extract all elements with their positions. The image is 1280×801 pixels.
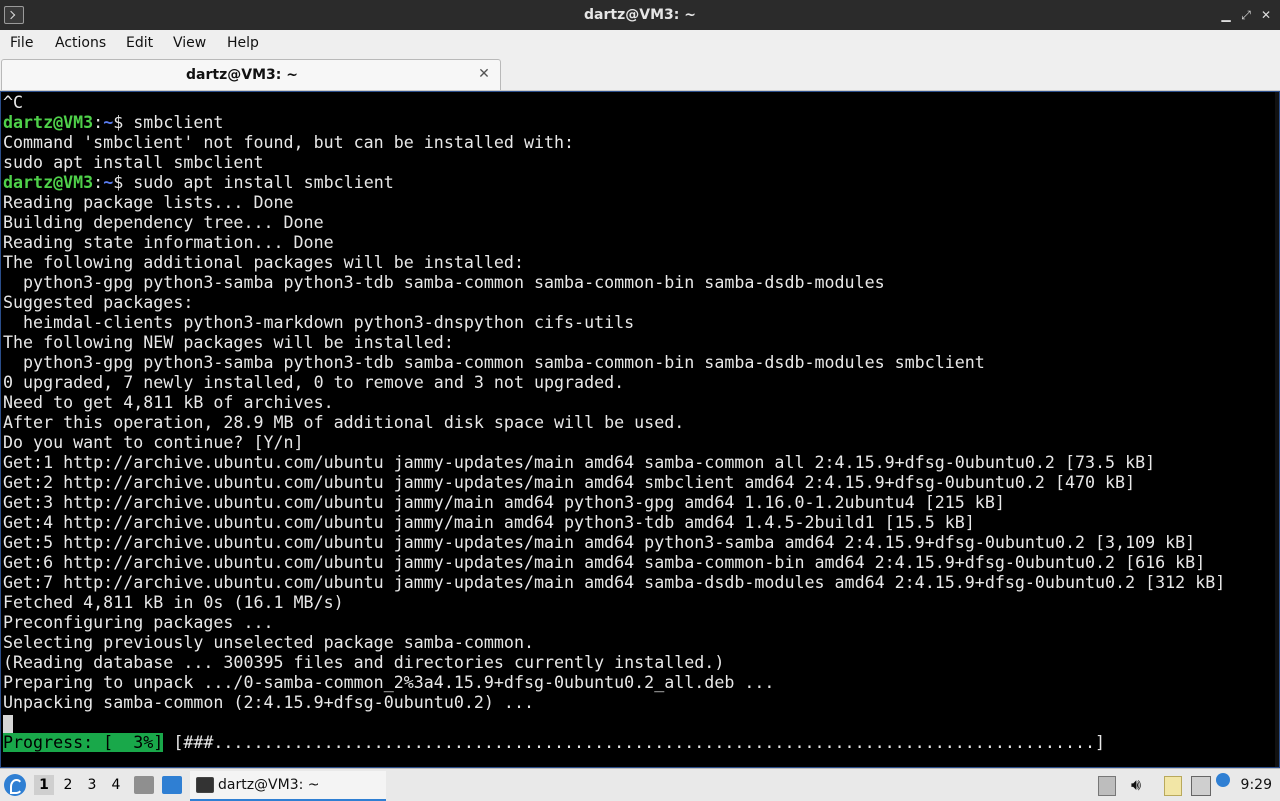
terminal-line: Get:3 http://archive.ubuntu.com/ubuntu j…	[3, 493, 1005, 512]
terminal-line: Reading state information... Done	[3, 233, 334, 252]
progress-bar: [###....................................…	[163, 733, 1106, 752]
close-window-icon[interactable]: ✕	[1257, 6, 1275, 24]
terminal-line: Suggested packages:	[3, 293, 194, 312]
terminal-line: 0 upgraded, 7 newly installed, 0 to remo…	[3, 373, 625, 392]
terminal-line: Preconfiguring packages ...	[3, 613, 274, 632]
minimize-icon[interactable]: ▁	[1217, 6, 1235, 24]
terminal-line: Get:7 http://archive.ubuntu.com/ubuntu j…	[3, 573, 1226, 592]
taskbar-window-label: dartz@VM3: ~	[218, 777, 320, 793]
menu-file[interactable]: File	[10, 30, 33, 56]
terminal-window-icon	[196, 777, 214, 793]
terminal-line: heimdal-clients python3-markdown python3…	[3, 313, 635, 332]
terminal-line: Building dependency tree... Done	[3, 213, 324, 232]
terminal-line: Fetched 4,811 kB in 0s (16.1 MB/s)	[3, 593, 344, 612]
terminal-line: Preparing to unpack .../0-samba-common_2…	[3, 673, 775, 692]
menu-help[interactable]: Help	[227, 30, 259, 56]
terminal-line: The following additional packages will b…	[3, 253, 524, 272]
terminal-line: Get:5 http://archive.ubuntu.com/ubuntu j…	[3, 533, 1196, 552]
prompt-path: ~	[103, 173, 114, 192]
prompt-separator: :	[93, 113, 104, 132]
maximize-icon[interactable]: ⤢	[1237, 6, 1255, 24]
terminal-line: Get:6 http://archive.ubuntu.com/ubuntu j…	[3, 553, 1206, 572]
prompt-separator: :	[93, 173, 104, 192]
terminal-line: ^C	[3, 93, 24, 112]
prompt-path: ~	[103, 113, 114, 132]
terminal-line: Get:2 http://archive.ubuntu.com/ubuntu j…	[3, 473, 1136, 492]
terminal-line: Get:1 http://archive.ubuntu.com/ubuntu j…	[3, 453, 1156, 472]
workspace-3[interactable]: 3	[82, 775, 102, 795]
workspace-2[interactable]: 2	[58, 775, 78, 795]
terminal-cursor	[3, 714, 13, 733]
terminal-lines: ^C dartz@VM3:~$ smbclient Command 'smbclie…	[3, 93, 1279, 753]
terminal-output[interactable]: ^C dartz@VM3:~$ smbclient Command 'smbclie…	[0, 91, 1280, 768]
window-titlebar[interactable]: dartz@VM3: ~ ▁ ⤢ ✕	[0, 0, 1280, 31]
tab-bar: dartz@VM3: ~ ✕	[0, 56, 1280, 91]
menu-edit[interactable]: Edit	[126, 30, 153, 56]
network-icon[interactable]	[1191, 776, 1211, 796]
workspace-4[interactable]: 4	[106, 775, 126, 795]
terminal-line: Do you want to continue? [Y/n]	[3, 433, 304, 452]
terminal-line: Unpacking samba-common (2:4.15.9+dfsg-0u…	[3, 693, 534, 712]
tab-label: dartz@VM3: ~	[186, 67, 298, 83]
progress-label: Progress: [ 3%]	[3, 733, 164, 752]
desktop-icon[interactable]	[162, 776, 182, 794]
taskbar-window-button[interactable]: dartz@VM3: ~	[190, 771, 386, 801]
notes-icon[interactable]	[1164, 776, 1182, 796]
menu-bar: File Actions Edit View Help	[0, 30, 1280, 56]
terminal-line: Command 'smbclient' not found, but can b…	[3, 133, 575, 152]
close-tab-icon[interactable]: ✕	[476, 66, 492, 82]
terminal-line: (Reading database ... 300395 files and d…	[3, 653, 725, 672]
prompt-symbol: $	[113, 173, 124, 192]
terminal-line: Get:4 http://archive.ubuntu.com/ubuntu j…	[3, 513, 975, 532]
terminal-line: The following NEW packages will be insta…	[3, 333, 454, 352]
menu-view[interactable]: View	[173, 30, 206, 56]
volume-icon[interactable]: 🔊︎	[1126, 769, 1146, 801]
terminal-line: Need to get 4,811 kB of archives.	[3, 393, 334, 412]
terminal-line: dartz@VM3:~$ smbclient	[3, 113, 1279, 133]
terminal-scrollbar[interactable]	[1275, 92, 1279, 767]
command-text: sudo apt install smbclient	[123, 173, 394, 192]
window-title: dartz@VM3: ~	[584, 7, 696, 23]
menu-actions[interactable]: Actions	[55, 30, 106, 56]
file-manager-icon[interactable]	[134, 776, 154, 794]
terminal-line	[3, 713, 1279, 733]
terminal-line: After this operation, 28.9 MB of additio…	[3, 413, 685, 432]
terminal-line: python3-gpg python3-samba python3-tdb sa…	[3, 353, 985, 372]
start-menu-icon[interactable]	[4, 774, 26, 796]
taskbar: 1 2 3 4 dartz@VM3: ~ 🔊︎ 9:29	[0, 768, 1280, 801]
clipboard-icon[interactable]	[1098, 776, 1116, 796]
terminal-line: Reading package lists... Done	[3, 193, 294, 212]
prompt-user: dartz@VM3	[3, 113, 94, 132]
prompt-user: dartz@VM3	[3, 173, 94, 192]
progress-line: Progress: [ 3%] [###....................…	[3, 733, 1279, 753]
terminal-tab[interactable]: dartz@VM3: ~ ✕	[1, 59, 501, 90]
terminal-line: python3-gpg python3-samba python3-tdb sa…	[3, 273, 885, 292]
terminal-line: dartz@VM3:~$ sudo apt install smbclient	[3, 173, 1279, 193]
command-text: smbclient	[123, 113, 224, 132]
prompt-symbol: $	[113, 113, 124, 132]
terminal-line: Selecting previously unselected package …	[3, 633, 534, 652]
terminal-line: sudo apt install smbclient	[3, 153, 264, 172]
workspace-1[interactable]: 1	[34, 775, 54, 795]
update-notifier-icon[interactable]	[1216, 773, 1230, 787]
clock[interactable]: 9:29	[1241, 769, 1272, 801]
